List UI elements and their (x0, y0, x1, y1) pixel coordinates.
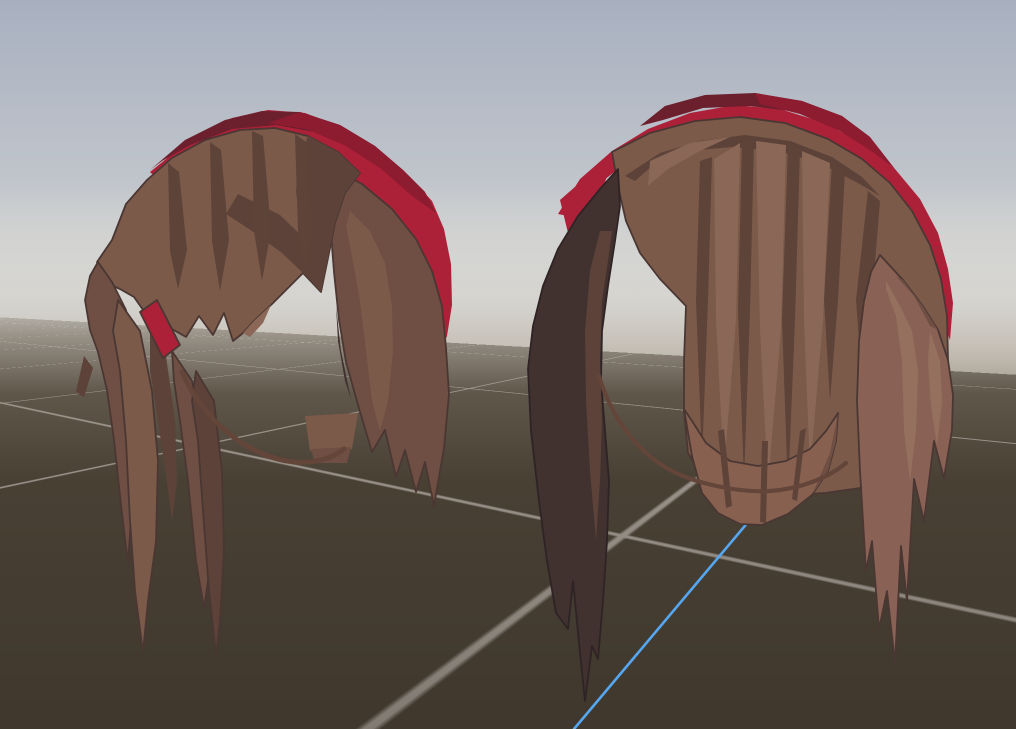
left-spike (76, 356, 93, 397)
back-strand-in-opening (305, 413, 358, 451)
scene-overlay (0, 0, 1016, 729)
3d-viewport[interactable] (0, 0, 1016, 729)
hair-model-left[interactable] (76, 110, 452, 655)
hair-model-right[interactable] (528, 93, 953, 701)
